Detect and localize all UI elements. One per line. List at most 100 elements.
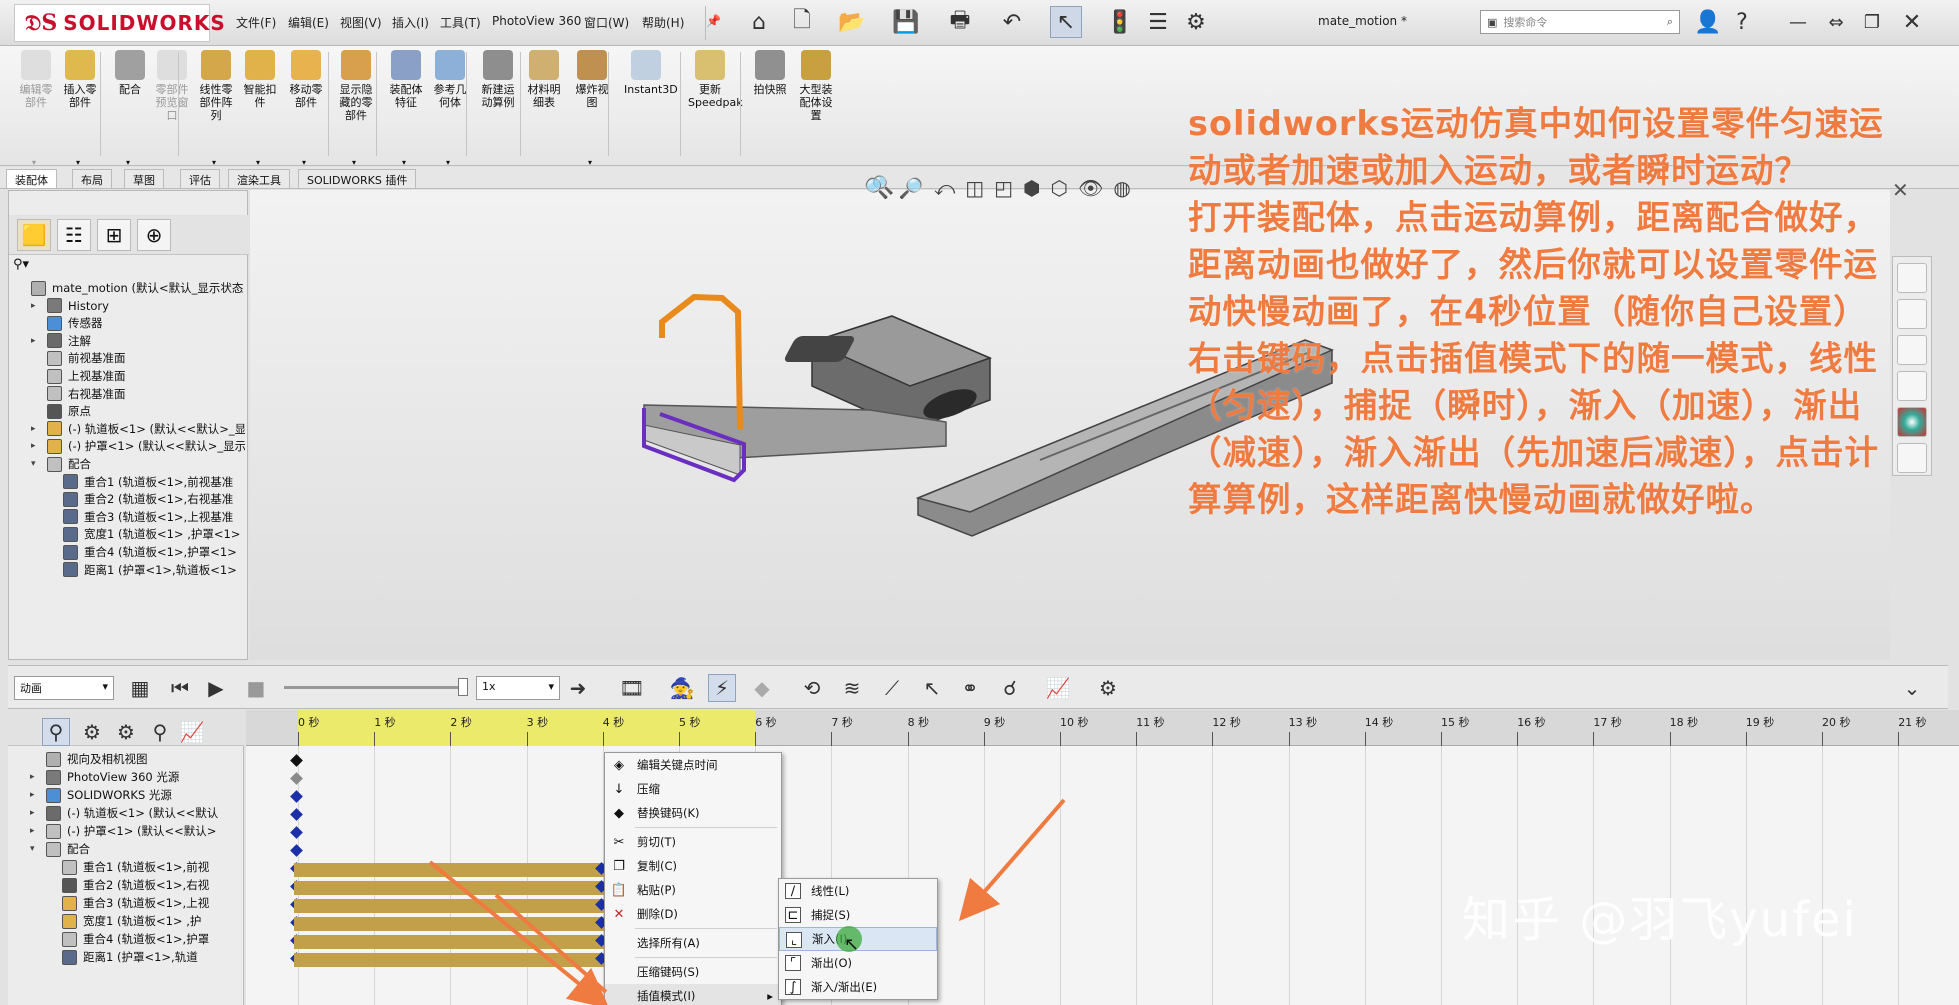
play-icon[interactable]: ▶: [202, 674, 230, 702]
ribbon-button-10[interactable]: 新建运 动算例: [476, 50, 520, 109]
filter-results-icon[interactable]: ⚲: [146, 718, 174, 746]
playback-slider-thumb[interactable]: [458, 678, 468, 696]
file-explorer-icon[interactable]: [1897, 335, 1927, 365]
motion-study-properties-icon[interactable]: ⚙: [1094, 674, 1122, 702]
search-commands-input[interactable]: ▣ 搜索命令 ⌕: [1480, 10, 1680, 34]
ribbon-button-0[interactable]: 编辑零 部件 ▾: [14, 50, 58, 167]
key-point[interactable]: [290, 808, 303, 821]
key-point[interactable]: [290, 826, 303, 839]
ribbon-button-2[interactable]: 配合 ▾: [108, 50, 152, 167]
contact-icon[interactable]: ⚭: [956, 674, 984, 702]
property-manager-icon[interactable]: ☷: [57, 219, 91, 251]
menu-item[interactable]: PhotoView 360: [492, 14, 581, 28]
file-properties-icon[interactable]: ☰: [1142, 6, 1174, 38]
ribbon-button-11[interactable]: 材料明 细表: [522, 50, 566, 109]
save-icon[interactable]: 💾: [890, 6, 922, 38]
resources-home-icon[interactable]: [1897, 263, 1927, 293]
view-palette-icon[interactable]: [1897, 371, 1927, 401]
filter-all-icon[interactable]: 📈: [178, 718, 206, 746]
save-animation-icon[interactable]: 🎞: [618, 674, 646, 702]
filter-driving-icon[interactable]: ⚙: [78, 718, 106, 746]
motion-tree-row[interactable]: 距离1 (护罩<1>,轨道: [46, 946, 198, 968]
context-menu-item[interactable]: ↓ 压缩: [605, 777, 781, 801]
restore-icon[interactable]: ❐: [1856, 6, 1888, 38]
home-icon[interactable]: ⌂: [743, 6, 775, 38]
dynamic-annotation-icon[interactable]: ◰: [994, 176, 1013, 200]
key-point[interactable]: [290, 772, 303, 785]
context-menu-item[interactable]: ❐ 复制(C): [605, 854, 781, 878]
menu-item[interactable]: 视图(V): [340, 14, 382, 31]
split-window-icon[interactable]: ⇔: [1820, 6, 1852, 38]
filter-icon[interactable]: ⚲▾: [13, 257, 243, 275]
previous-view-icon[interactable]: ⤺: [934, 176, 955, 200]
close-icon[interactable]: ✕: [1896, 6, 1928, 38]
ribbon-button-8[interactable]: 装配体 特征 ▾: [384, 50, 428, 167]
help-icon[interactable]: ?: [1726, 6, 1758, 38]
tab-5[interactable]: SOLIDWORKS 插件: [298, 169, 417, 188]
context-menu-item[interactable]: 📋 粘贴(P): [605, 878, 781, 902]
viewport-close-icon[interactable]: ✕: [1892, 178, 1909, 202]
open-document-icon[interactable]: 📂: [836, 6, 868, 38]
expand-toggle-icon[interactable]: ▸: [30, 826, 40, 836]
ribbon-button-1[interactable]: 插入零 部件 ▾: [58, 50, 102, 167]
interpolation-option[interactable]: ∕ 线性(L): [779, 879, 937, 903]
menu-item[interactable]: 文件(F): [236, 14, 276, 31]
stop-icon[interactable]: ■: [242, 674, 270, 702]
ribbon-button-6[interactable]: 移动零 部件 ▾: [284, 50, 328, 167]
context-menu-item[interactable]: 压缩键码(S): [605, 960, 781, 984]
view-orientation-icon[interactable]: ⬢: [1023, 176, 1040, 200]
new-document-icon[interactable]: 🗋: [786, 6, 818, 38]
undo-icon[interactable]: ↶: [996, 6, 1028, 38]
appearance-icon[interactable]: ◍: [1113, 176, 1130, 200]
expand-toggle-icon[interactable]: ▸: [31, 336, 41, 346]
configuration-manager-icon[interactable]: ⊞: [97, 219, 131, 251]
tab-1[interactable]: 布局: [72, 169, 112, 188]
context-menu-item[interactable]: ✕ 删除(D): [605, 902, 781, 926]
design-library-icon[interactable]: [1897, 299, 1927, 329]
feature-manager-icon[interactable]: 🟨: [17, 219, 51, 251]
context-menu-item[interactable]: ✂ 剪切(T): [605, 830, 781, 854]
collapse-motion-manager-icon[interactable]: ⌄: [1898, 674, 1926, 702]
filter-animated-icon[interactable]: ⚲: [42, 718, 70, 746]
expand-toggle-icon[interactable]: ▸: [31, 301, 41, 311]
animation-wizard-icon[interactable]: 🧙: [668, 674, 696, 702]
ribbon-button-15[interactable]: 拍快照: [748, 50, 792, 96]
user-account-icon[interactable]: 👤: [1692, 6, 1724, 38]
ribbon-button-14[interactable]: 更新 Speedpak: [688, 50, 743, 109]
ribbon-button-7[interactable]: 显示隐 藏的零 部件 ▾: [334, 50, 378, 167]
ribbon-button-3[interactable]: 零部件 预览窗口: [150, 50, 194, 122]
add-key-icon[interactable]: ◆: [748, 674, 776, 702]
interpolation-option[interactable]: ⊏ 捕捉(S): [779, 903, 937, 927]
expand-toggle-icon[interactable]: ▾: [30, 844, 40, 854]
minimize-icon[interactable]: —: [1782, 6, 1814, 38]
interpolation-option[interactable]: ∫ 渐入/渐出(E): [779, 975, 937, 999]
spring-icon[interactable]: ≋: [838, 674, 866, 702]
appearances-icon[interactable]: [1897, 407, 1927, 437]
gravity-icon[interactable]: ☌: [996, 674, 1024, 702]
ribbon-button-5[interactable]: 智能扣件 ▾: [238, 50, 282, 167]
ribbon-button-13[interactable]: Instant3D: [624, 50, 678, 96]
damper-icon[interactable]: ⟋: [878, 674, 906, 702]
timeline-area[interactable]: [246, 746, 1959, 1005]
solidworks-logo[interactable]: 𝔇S SOLIDWORKS: [14, 4, 225, 42]
dimxpert-icon[interactable]: ⊕: [137, 219, 171, 251]
expand-toggle-icon[interactable]: ▸: [31, 424, 41, 434]
tab-0[interactable]: 装配体: [6, 169, 57, 188]
ribbon-button-4[interactable]: 线性零 部件阵列 ▾: [194, 50, 238, 167]
study-type-select[interactable]: 动画 ▾: [14, 676, 114, 700]
menu-item[interactable]: 窗口(W): [584, 14, 629, 31]
context-menu-item[interactable]: ◆ 替换键码(K): [605, 801, 781, 825]
menu-item[interactable]: 编辑(E): [288, 14, 329, 31]
context-menu-item[interactable]: 插值模式(I) ▸: [605, 984, 781, 1005]
zoom-to-fit-icon[interactable]: 🔍: [864, 176, 889, 200]
tree-row[interactable]: 距离1 (护罩<1>,轨道板<1>: [47, 559, 237, 581]
expand-toggle-icon[interactable]: ▸: [30, 790, 40, 800]
menu-item[interactable]: 插入(I): [392, 14, 429, 31]
rebuild-traffic-light-icon[interactable]: 🚦: [1104, 6, 1136, 38]
calculate-icon[interactable]: ▦: [126, 674, 154, 702]
select-arrow-icon[interactable]: ↖: [1050, 6, 1082, 38]
key-point[interactable]: [290, 754, 303, 767]
options-gear-icon[interactable]: ⚙: [1180, 6, 1212, 38]
autokey-icon[interactable]: ⚡: [708, 674, 736, 702]
force-icon[interactable]: ↖: [918, 674, 946, 702]
